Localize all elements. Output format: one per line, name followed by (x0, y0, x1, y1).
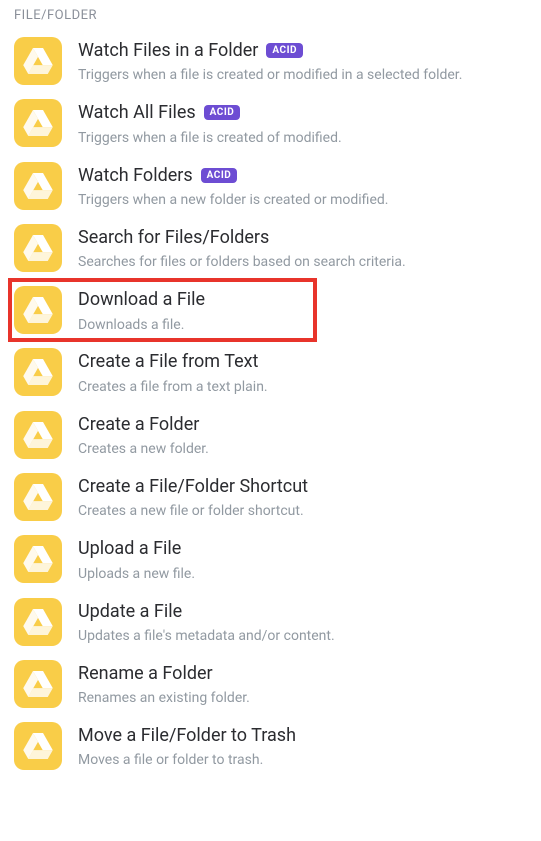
google-drive-icon (14, 722, 62, 770)
action-title: Move a File/Folder to Trash (78, 724, 296, 747)
action-title: Rename a Folder (78, 662, 213, 685)
action-text: Create a File from Text Creates a file fr… (78, 348, 527, 396)
acid-badge: ACID (204, 105, 241, 120)
action-text: Create a Folder Creates a new folder. (78, 411, 527, 459)
action-item[interactable]: Upload a File Uploads a new file. (14, 531, 527, 593)
google-drive-icon (14, 598, 62, 646)
action-title: Watch Folders (78, 164, 193, 187)
google-drive-icon (14, 99, 62, 147)
action-text: Watch Folders ACID Triggers when a new fol… (78, 162, 527, 210)
action-item[interactable]: Create a File from Text Creates a file fr… (14, 344, 527, 406)
action-text: Upload a File Uploads a new file. (78, 535, 527, 583)
action-text: Move a File/Folder to Trash Moves a file … (78, 722, 527, 770)
action-description: Moves a file or folder to trash. (78, 751, 527, 770)
action-description: Creates a new folder. (78, 440, 527, 459)
action-title: Create a File from Text (78, 350, 258, 373)
google-drive-icon (14, 286, 62, 334)
action-description: Downloads a file. (78, 316, 527, 335)
google-drive-icon (14, 473, 62, 521)
action-description: Searches for files or folders based on s… (78, 253, 527, 272)
google-drive-icon (14, 535, 62, 583)
google-drive-icon (14, 660, 62, 708)
action-description: Triggers when a file is created of modif… (78, 129, 527, 148)
action-title: Watch Files in a Folder (78, 39, 258, 62)
action-description: Creates a new file or folder shortcut. (78, 502, 527, 521)
action-item[interactable]: Watch Folders ACID Triggers when a new fol… (14, 158, 527, 220)
action-title: Create a File/Folder Shortcut (78, 475, 308, 498)
action-item[interactable]: Move a File/Folder to Trash Moves a file … (14, 718, 527, 780)
acid-badge: ACID (266, 43, 303, 58)
action-item[interactable]: Update a File Updates a file's metadata a… (14, 594, 527, 656)
action-description: Creates a file from a text plain. (78, 378, 527, 397)
action-title: Download a File (78, 288, 205, 311)
action-item[interactable]: Rename a Folder Renames an existing folde… (14, 656, 527, 718)
action-item[interactable]: Download a File Downloads a file. (14, 282, 527, 344)
google-drive-icon (14, 348, 62, 396)
action-item[interactable]: Create a File/Folder Shortcut Creates a n… (14, 469, 527, 531)
action-description: Renames an existing folder. (78, 689, 527, 708)
action-text: Watch All Files ACID Triggers when a file … (78, 99, 527, 147)
google-drive-icon (14, 37, 62, 85)
action-item[interactable]: Search for Files/Folders Searches for fil… (14, 220, 527, 282)
action-text: Search for Files/Folders Searches for fil… (78, 224, 527, 272)
action-description: Triggers when a file is created or modif… (78, 66, 527, 85)
acid-badge: ACID (201, 168, 238, 183)
action-text: Watch Files in a Folder ACID Triggers when… (78, 37, 527, 85)
action-description: Updates a file's metadata and/or content… (78, 627, 527, 646)
action-description: Uploads a new file. (78, 565, 527, 584)
action-title: Update a File (78, 600, 182, 623)
action-title: Watch All Files (78, 101, 196, 124)
google-drive-icon (14, 224, 62, 272)
google-drive-icon (14, 162, 62, 210)
action-item[interactable]: Create a Folder Creates a new folder. (14, 407, 527, 469)
action-item[interactable]: Watch Files in a Folder ACID Triggers when… (14, 33, 527, 95)
section-header: FILE/FOLDER (14, 8, 527, 23)
google-drive-icon (14, 411, 62, 459)
action-title: Search for Files/Folders (78, 226, 269, 249)
action-text: Rename a Folder Renames an existing folde… (78, 660, 527, 708)
action-item[interactable]: Watch All Files ACID Triggers when a file … (14, 95, 527, 157)
action-title: Create a Folder (78, 413, 199, 436)
action-text: Create a File/Folder Shortcut Creates a n… (78, 473, 527, 521)
action-title: Upload a File (78, 537, 181, 560)
action-list: Watch Files in a Folder ACID Triggers when… (14, 33, 527, 780)
action-text: Update a File Updates a file's metadata a… (78, 598, 527, 646)
action-description: Triggers when a new folder is created or… (78, 191, 527, 210)
action-text: Download a File Downloads a file. (78, 286, 527, 334)
